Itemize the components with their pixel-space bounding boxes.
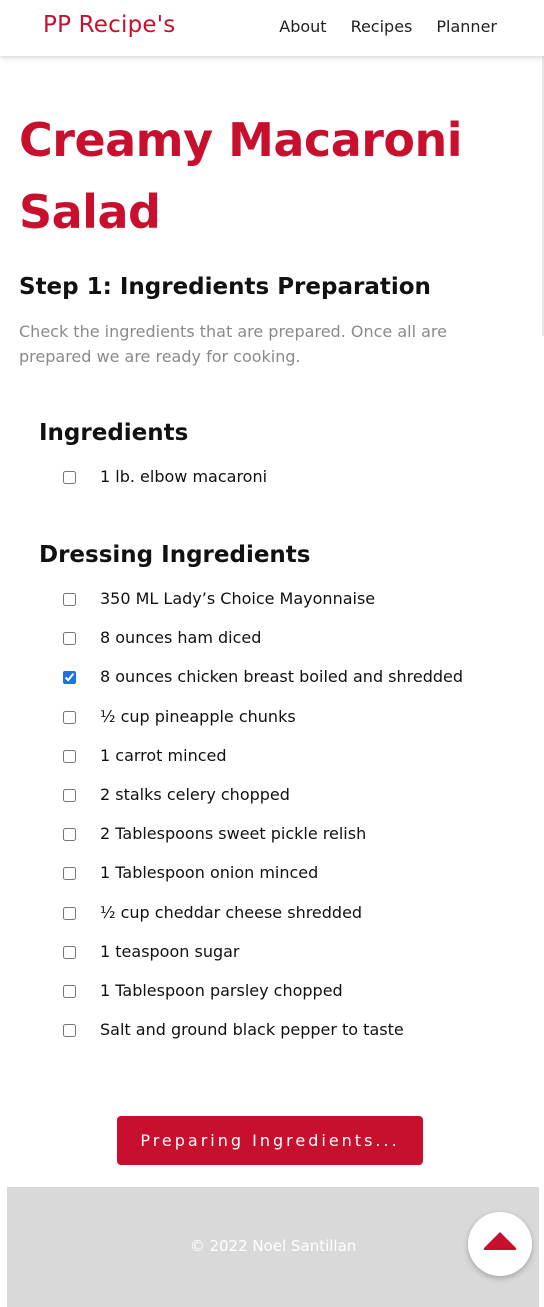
dressing-ingredient-label: 1 Tablespoon onion minced xyxy=(100,863,319,883)
dressing-ingredient-checkbox[interactable] xyxy=(63,593,76,606)
dressing-ingredient-label: Salt and ground black pepper to taste xyxy=(100,1020,404,1040)
dressing-ingredient-label: 1 carrot minced xyxy=(100,745,227,765)
nav-link-about[interactable]: About xyxy=(279,17,326,36)
footer: © 2022 Noel Santillan xyxy=(7,1187,539,1307)
recipe-title: Creamy Macaroni Salad xyxy=(19,113,463,239)
dressing-ingredient-checkbox[interactable] xyxy=(63,710,76,724)
dressing-ingredient-label: 1 Tablespoon parsley chopped xyxy=(100,980,343,1000)
nav-link-recipes[interactable]: Recipes xyxy=(351,17,413,36)
dressing-ingredient-checkbox[interactable] xyxy=(63,984,76,998)
dressing-ingredient-checkbox[interactable] xyxy=(63,828,76,842)
step-description: Check the ingredients that are prepared.… xyxy=(19,322,447,366)
dressing-ingredients-heading: Dressing Ingredients xyxy=(39,542,311,568)
dressing-ingredient-label: 8 ounces chicken breast boiled and shred… xyxy=(100,667,464,687)
dressing-ingredient-label: ½ cup cheddar cheese shredded xyxy=(100,902,363,922)
scroll-to-top-button[interactable] xyxy=(468,1212,532,1276)
dressing-ingredient-label: 8 ounces ham diced xyxy=(100,628,262,648)
dressing-ingredient-label: 350 ML Lady’s Choice Mayonnaise xyxy=(100,589,376,608)
dressing-ingredient-checkbox[interactable] xyxy=(63,749,76,763)
dressing-ingredient-checkbox[interactable] xyxy=(63,788,76,802)
copyright-text: © 2022 Noel Santillan xyxy=(189,1237,357,1255)
step-title: Step 1: Ingredients Preparation xyxy=(19,274,431,300)
dressing-ingredient-checkbox[interactable] xyxy=(63,945,76,959)
ingredient-label: 1 lb. elbow macaroni xyxy=(100,467,268,486)
dressing-ingredient-checkbox[interactable] xyxy=(63,671,76,685)
dressing-ingredient-checkbox[interactable] xyxy=(63,1024,76,1038)
nav-link-planner[interactable]: Planner xyxy=(436,17,497,36)
brand-logo[interactable]: PP Recipe's xyxy=(43,12,175,38)
dressing-ingredient-label: 2 stalks celery chopped xyxy=(100,784,290,804)
ingredients-heading: Ingredients xyxy=(39,420,189,446)
nav-links: About Recipes Planner xyxy=(279,17,497,36)
ingredient-checkbox[interactable] xyxy=(63,471,76,484)
dressing-ingredient-checkbox[interactable] xyxy=(63,632,76,646)
preparing-ingredients-button[interactable]: Preparing Ingredients... xyxy=(117,1116,423,1165)
caret-up-icon xyxy=(483,1232,517,1250)
dressing-ingredient-checkbox[interactable] xyxy=(63,867,76,881)
dressing-ingredient-checkbox[interactable] xyxy=(63,906,76,920)
dressing-ingredient-label: ½ cup pineapple chunks xyxy=(100,706,296,726)
navbar: PP Recipe's About Recipes Planner xyxy=(0,0,544,56)
dressing-ingredient-label: 2 Tablespoons sweet pickle relish xyxy=(100,824,367,844)
dressing-ingredient-label: 1 teaspoon sugar xyxy=(100,941,240,961)
